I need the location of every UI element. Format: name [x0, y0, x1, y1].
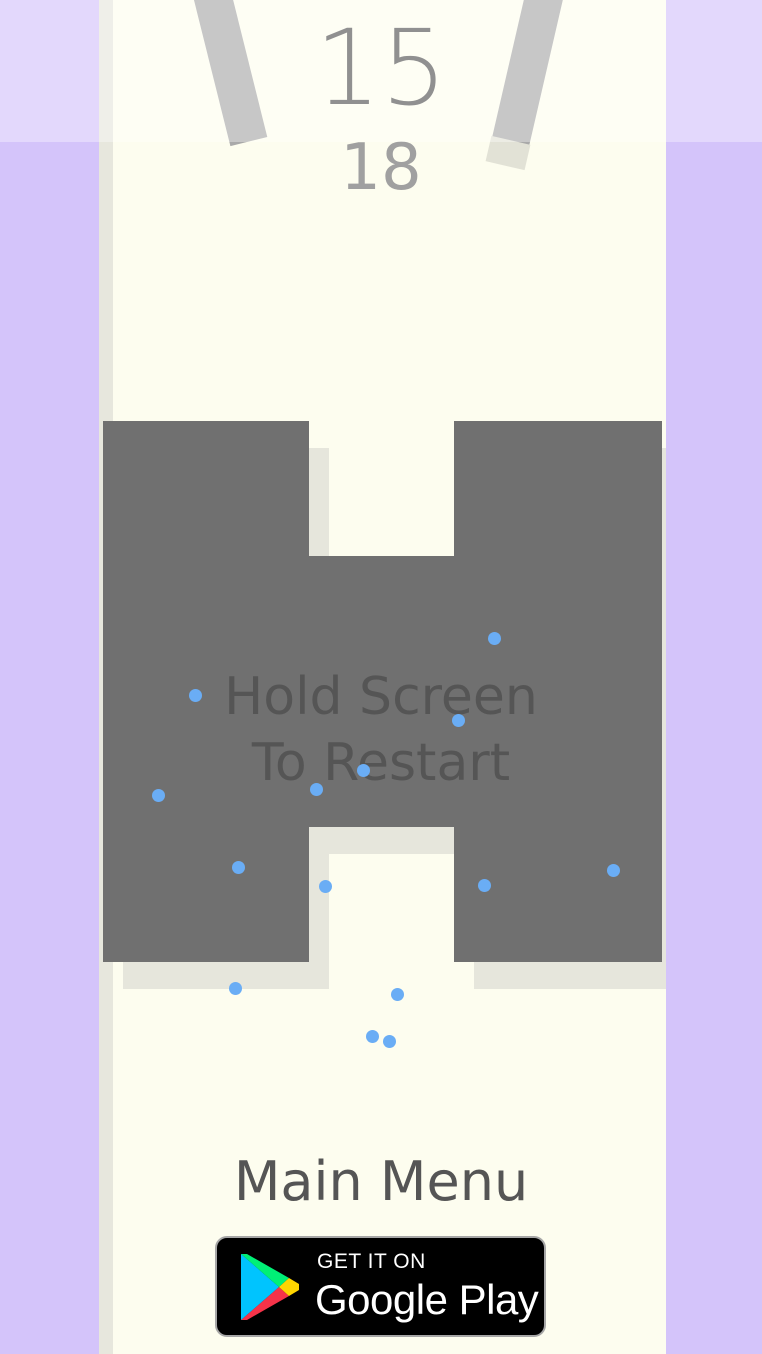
best-score: 18 [340, 131, 422, 205]
particle [452, 714, 465, 727]
particle [229, 982, 242, 995]
game-screen[interactable]: Hold Screen To Restart 15 18 Main Menu G… [0, 0, 762, 1354]
particle [607, 864, 620, 877]
particle [478, 879, 491, 892]
particle [391, 988, 404, 1001]
google-play-icon [241, 1254, 299, 1320]
google-play-badge[interactable]: GET IT ON Google Play [215, 1236, 546, 1337]
particle [310, 783, 323, 796]
particle [366, 1030, 379, 1043]
particle [319, 880, 332, 893]
restart-line-2: To Restart [251, 733, 511, 793]
particle [357, 764, 370, 777]
particle [383, 1035, 396, 1048]
particle [488, 632, 501, 645]
particle [152, 789, 165, 802]
restart-message: Hold Screen To Restart [131, 664, 631, 796]
current-score: 15 [314, 7, 448, 129]
badge-big-text: Google Play [315, 1276, 539, 1323]
particle [232, 861, 245, 874]
restart-line-1: Hold Screen [224, 667, 538, 727]
particle [189, 689, 202, 702]
main-menu-button[interactable]: Main Menu [0, 1150, 762, 1214]
badge-small-text: GET IT ON [317, 1250, 426, 1273]
